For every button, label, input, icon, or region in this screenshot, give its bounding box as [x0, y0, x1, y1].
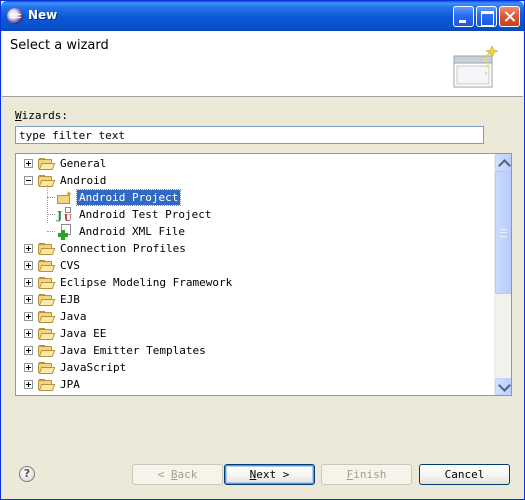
folder-icon: [38, 311, 56, 323]
close-button[interactable]: [499, 6, 520, 27]
scroll-thumb[interactable]: [495, 171, 511, 294]
folder-icon: [38, 379, 56, 391]
tree-item-label: Android Project: [75, 189, 182, 206]
folder-icon: [38, 362, 56, 374]
android-project-icon: ✦: [57, 191, 73, 205]
expand-icon[interactable]: [24, 312, 33, 321]
tree-item[interactable]: Java: [16, 308, 494, 325]
wizard-banner-icon: [453, 46, 498, 88]
tree-item-label: Android Test Project: [79, 208, 212, 221]
collapse-icon[interactable]: [24, 176, 33, 185]
tree-connector-line: [47, 214, 55, 215]
tree-item[interactable]: Connection Profiles: [16, 240, 494, 257]
tree-item[interactable]: General: [16, 155, 494, 172]
tree-item-label: Android: [60, 174, 107, 187]
page-title: Select a wizard: [10, 38, 109, 53]
new-xml-file-icon: [57, 224, 73, 240]
tree-item-label: General: [60, 157, 107, 170]
expand-icon[interactable]: [24, 329, 33, 338]
tree-item[interactable]: Android XML File: [16, 223, 494, 240]
expand-icon[interactable]: [24, 295, 33, 304]
tree-item[interactable]: CVS: [16, 257, 494, 274]
expand-icon[interactable]: [24, 380, 33, 389]
expand-icon[interactable]: [24, 346, 33, 355]
tree-item[interactable]: JavaScript: [16, 359, 494, 376]
tree-item-label: Java: [60, 310, 87, 323]
tree-item[interactable]: EJB: [16, 291, 494, 308]
back-button[interactable]: < Back: [132, 464, 223, 485]
folder-icon: [38, 345, 56, 357]
expand-icon[interactable]: [24, 363, 33, 372]
tree-item-label: JavaScript: [60, 361, 127, 374]
tree-connector-line: [47, 185, 48, 223]
expand-icon[interactable]: [24, 244, 33, 253]
tree-connector-line: [47, 231, 55, 232]
expand-icon[interactable]: [24, 278, 33, 287]
tree-item[interactable]: J U Android Test Project: [16, 206, 494, 224]
folder-icon: [38, 294, 56, 306]
tree-item[interactable]: Java Emitter Templates: [16, 342, 494, 359]
tree-item-label: Connection Profiles: [60, 242, 186, 255]
tree-item[interactable]: Eclipse Modeling Framework: [16, 274, 494, 291]
tree-item-label: Java Emitter Templates: [60, 344, 206, 357]
tree-item[interactable]: JPA: [16, 376, 494, 393]
folder-icon: [38, 277, 56, 289]
wizard-tree[interactable]: General Android ✦ Android Project J U Android …: [15, 153, 512, 396]
folder-icon: [38, 260, 56, 272]
tree-item-label: Android XML File: [79, 225, 185, 238]
scroll-up-button[interactable]: [495, 154, 511, 171]
tree-item-label: Eclipse Modeling Framework: [60, 276, 233, 289]
scroll-down-button[interactable]: [495, 378, 511, 395]
title-bar[interactable]: New: [1, 1, 524, 31]
tree-item-label: Java EE: [60, 327, 107, 340]
tree-connector-line: [47, 197, 55, 198]
folder-icon: [38, 158, 56, 170]
junit-test-icon: JU: [57, 207, 72, 224]
tree-item[interactable]: Java EE: [16, 325, 494, 342]
tree-item-label: CVS: [60, 259, 80, 272]
vertical-scrollbar[interactable]: [494, 154, 511, 395]
wizards-label: Wizards:: [15, 109, 68, 122]
maximize-button[interactable]: [476, 6, 497, 27]
tree-item[interactable]: ✦ Android Project: [16, 189, 494, 206]
eclipse-icon: [7, 8, 23, 24]
tree-item-label: EJB: [60, 293, 80, 306]
wizard-header: Select a wizard: [2, 31, 523, 97]
scroll-grip: [500, 229, 507, 237]
folder-icon: [38, 328, 56, 340]
window-title: New: [28, 8, 58, 22]
folder-icon: [38, 243, 56, 255]
expand-icon[interactable]: [24, 159, 33, 168]
expand-icon[interactable]: [24, 261, 33, 270]
tree-item[interactable]: Android: [16, 172, 494, 189]
folder-icon: [38, 175, 56, 187]
minimize-button[interactable]: [453, 6, 474, 27]
filter-input[interactable]: [15, 126, 484, 144]
next-button[interactable]: Next >: [224, 464, 315, 485]
new-wizard-dialog: New Select a wizard Wizards: General Andr…: [0, 0, 525, 500]
tree-item-label: JPA: [60, 378, 80, 391]
help-button[interactable]: ?: [19, 466, 35, 482]
cancel-button[interactable]: Cancel: [419, 464, 510, 485]
finish-button[interactable]: Finish: [321, 464, 412, 485]
